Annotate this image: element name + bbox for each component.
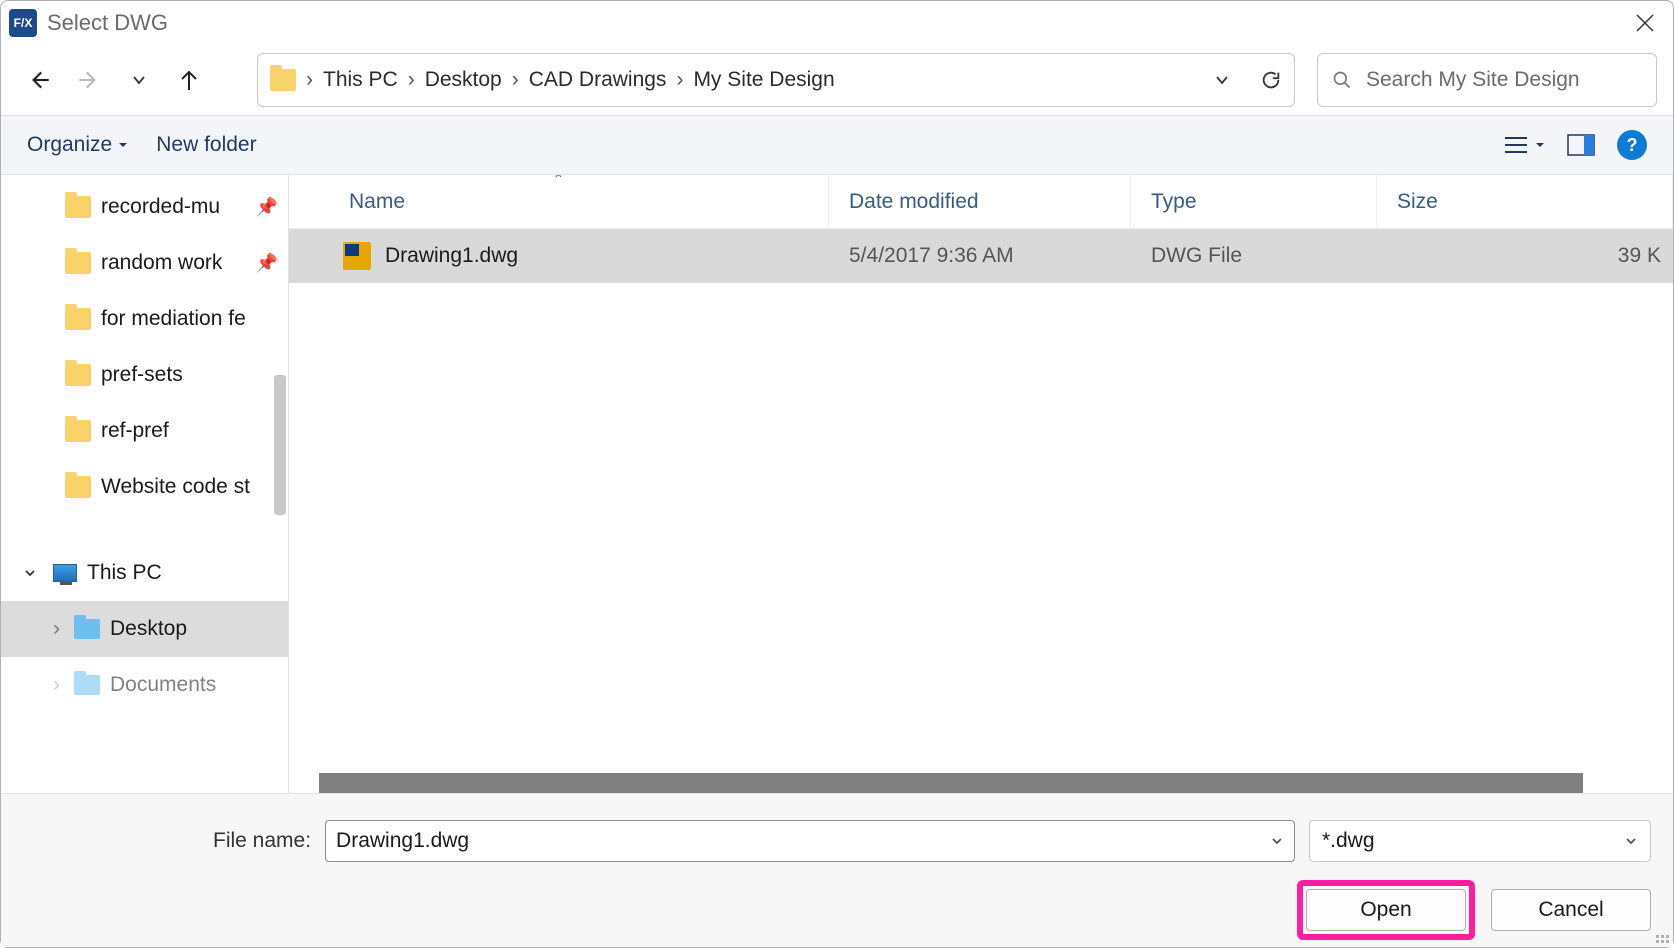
file-type: DWG File <box>1131 244 1377 268</box>
filter-value: *.dwg <box>1322 829 1375 853</box>
dwg-file-icon <box>343 242 371 270</box>
col-date[interactable]: Date modified <box>829 175 1131 228</box>
up-button[interactable] <box>167 58 211 102</box>
file-rows: Drawing1.dwg 5/4/2017 9:36 AM DWG File 3… <box>289 229 1673 793</box>
address-bar[interactable]: › This PC › Desktop › CAD Drawings › My … <box>257 53 1295 107</box>
breadcrumb-thispc[interactable]: This PC <box>323 68 398 92</box>
preview-pane-button[interactable] <box>1567 134 1595 156</box>
file-row[interactable]: Drawing1.dwg 5/4/2017 9:36 AM DWG File 3… <box>289 229 1673 283</box>
pin-icon: 📌 <box>256 253 278 274</box>
folder-icon <box>65 420 91 442</box>
refresh-icon <box>1260 69 1282 91</box>
file-date: 5/4/2017 9:36 AM <box>829 244 1131 268</box>
body: recorded-mu📌 random work📌 for mediation … <box>1 175 1673 793</box>
tree-item-website[interactable]: Website code st <box>1 459 288 515</box>
toolbar: Organize New folder ? <box>1 115 1673 175</box>
tree-item-documents[interactable]: ›Documents <box>1 657 288 713</box>
nav-row: › This PC › Desktop › CAD Drawings › My … <box>1 45 1673 115</box>
caret-down-icon <box>118 140 128 150</box>
expand-icon[interactable]: › <box>53 617 60 641</box>
folder-icon <box>270 69 296 91</box>
search-input[interactable]: Search My Site Design <box>1317 53 1657 107</box>
sidebar-scrollbar[interactable] <box>274 375 286 515</box>
chevron-down-icon <box>1270 834 1284 848</box>
preview-pane-icon <box>1567 134 1595 156</box>
close-button[interactable] <box>1625 3 1665 43</box>
chevron-down-icon <box>131 72 147 88</box>
folder-icon <box>65 252 91 274</box>
close-icon <box>1635 13 1655 33</box>
file-type-filter[interactable]: *.dwg <box>1309 820 1651 862</box>
cancel-button[interactable]: Cancel <box>1491 889 1651 931</box>
breadcrumb-cad[interactable]: CAD Drawings <box>529 68 667 92</box>
tree-item-desktop[interactable]: ›Desktop <box>1 601 288 657</box>
filename-dropdown[interactable] <box>1270 834 1284 848</box>
arrow-right-icon <box>76 67 102 93</box>
search-icon <box>1332 70 1352 90</box>
sidebar: recorded-mu📌 random work📌 for mediation … <box>1 175 289 793</box>
horizontal-scrollbar[interactable] <box>319 773 1583 793</box>
file-open-dialog: F/X Select DWG › This PC › Desktop › CAD… <box>0 0 1674 948</box>
window-title: Select DWG <box>47 10 168 36</box>
caret-down-icon <box>1535 140 1545 150</box>
breadcrumb-sep: › <box>512 68 519 92</box>
pc-icon <box>53 564 77 582</box>
folder-icon <box>65 364 91 386</box>
desktop-icon <box>74 619 100 639</box>
search-placeholder: Search My Site Design <box>1366 68 1580 92</box>
tree-item-recorded[interactable]: recorded-mu📌 <box>1 179 288 235</box>
file-size: 39 K <box>1377 244 1673 268</box>
tree-item-random[interactable]: random work📌 <box>1 235 288 291</box>
breadcrumb-site[interactable]: My Site Design <box>693 68 834 92</box>
chevron-down-icon <box>1624 834 1638 848</box>
col-size[interactable]: Size <box>1377 175 1673 228</box>
col-type[interactable]: Type <box>1131 175 1377 228</box>
tree-item-thispc[interactable]: This PC <box>1 545 288 601</box>
tree-item-mediation[interactable]: for mediation fe <box>1 291 288 347</box>
help-button[interactable]: ? <box>1617 130 1647 160</box>
folder-icon <box>65 476 91 498</box>
arrow-up-icon <box>177 68 201 92</box>
address-history-dropdown[interactable] <box>1214 72 1230 88</box>
expand-icon[interactable]: › <box>53 673 60 697</box>
filename-label: File name: <box>213 829 311 853</box>
file-name: Drawing1.dwg <box>385 244 518 268</box>
tree-item-prefsets[interactable]: pref-sets <box>1 347 288 403</box>
list-view-icon <box>1503 135 1529 155</box>
resize-grip[interactable] <box>1655 929 1669 943</box>
filename-input[interactable]: Drawing1.dwg <box>325 820 1295 862</box>
chevron-down-icon <box>1214 72 1230 88</box>
tree-item-refpref[interactable]: ref-pref <box>1 403 288 459</box>
pin-icon: 📌 <box>256 197 278 218</box>
back-button[interactable] <box>17 58 61 102</box>
view-menu[interactable] <box>1503 135 1545 155</box>
sort-asc-icon: ⌃ <box>553 175 565 188</box>
forward-button[interactable] <box>67 58 111 102</box>
file-list-area: ⌃Name Date modified Type Size Drawing1.d… <box>289 175 1673 793</box>
titlebar: F/X Select DWG <box>1 1 1673 45</box>
new-folder-button[interactable]: New folder <box>156 133 256 157</box>
breadcrumb-sep: › <box>676 68 683 92</box>
open-button-highlight: Open <box>1297 880 1475 940</box>
folder-icon <box>65 196 91 218</box>
recent-dropdown[interactable] <box>117 58 161 102</box>
col-name[interactable]: ⌃Name <box>289 175 829 228</box>
breadcrumb-sep: › <box>408 68 415 92</box>
breadcrumb-desktop[interactable]: Desktop <box>425 68 502 92</box>
breadcrumb-sep: › <box>306 68 313 92</box>
arrow-left-icon <box>26 67 52 93</box>
expand-icon[interactable] <box>23 566 37 580</box>
refresh-button[interactable] <box>1260 69 1282 91</box>
footer: File name: Drawing1.dwg *.dwg Open Cance… <box>1 793 1673 947</box>
filename-value: Drawing1.dwg <box>336 829 469 853</box>
app-icon: F/X <box>9 9 37 37</box>
folder-icon <box>65 308 91 330</box>
column-headers: ⌃Name Date modified Type Size <box>289 175 1673 229</box>
organize-menu[interactable]: Organize <box>27 133 128 157</box>
documents-icon <box>74 675 100 695</box>
open-button[interactable]: Open <box>1306 889 1466 931</box>
